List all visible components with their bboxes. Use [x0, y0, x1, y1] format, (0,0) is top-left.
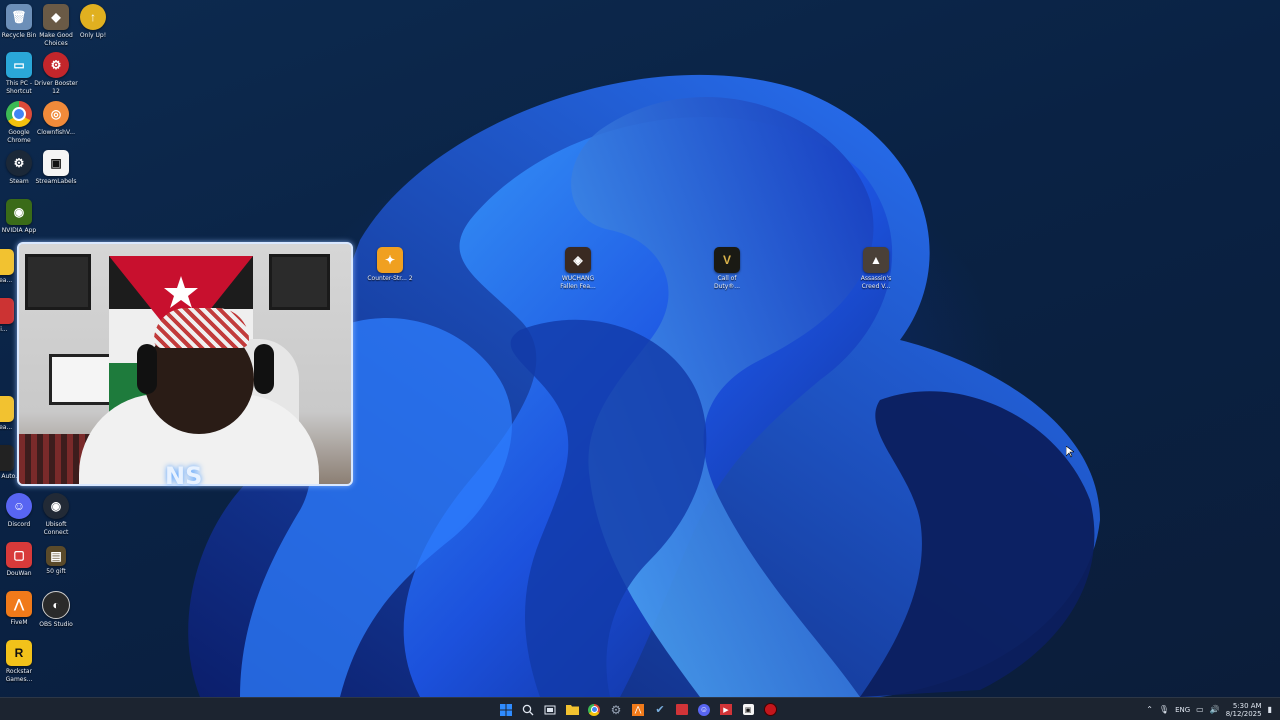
wuchang-icon: ◈	[565, 247, 591, 273]
chevron-up-icon[interactable]: ⌃	[1146, 705, 1153, 714]
windows-start-button[interactable]	[497, 701, 515, 719]
search-icon	[522, 704, 534, 715]
gift-icon: ▤	[46, 546, 66, 566]
task-view-icon	[544, 705, 556, 714]
desktop-icon-ubisoft[interactable]: ◉ Ubisoft Connect	[37, 493, 75, 537]
streamlabels-icon: ▣	[742, 704, 754, 715]
network-icon[interactable]: ▭	[1196, 705, 1204, 714]
discord-icon: ☺	[6, 493, 32, 519]
assassins-creed-icon: ▲	[863, 247, 889, 273]
streamlabels-taskbar-button[interactable]: ▣	[739, 701, 757, 719]
microphone-icon[interactable]: 🎙	[1159, 705, 1169, 714]
counter-strike-icon: ✦	[377, 247, 403, 273]
desktop-icon-rockstar[interactable]: R Rockstar Games...	[0, 640, 38, 684]
desktop-icon-clownfish[interactable]: ◎ ClownfishV...	[37, 101, 75, 137]
chrome-icon	[6, 101, 32, 127]
pc-icon: ▭	[6, 52, 32, 78]
file-explorer-button[interactable]	[563, 701, 581, 719]
desktop-icon-assassins-creed[interactable]: ▲ Assassin's Creed V...	[857, 247, 895, 291]
webcam-overlay	[17, 242, 353, 486]
discord-icon: ☺	[698, 703, 710, 716]
fivem-taskbar-button[interactable]: ⋀	[629, 701, 647, 719]
desktop-icon-only-up[interactable]: ↑ Only Up!	[74, 4, 112, 40]
desktop-icon-nvidia[interactable]: ◉ NVIDIA App	[0, 199, 38, 235]
desktop-icon-driver-booster[interactable]: ⚙ Driver Booster 12	[34, 52, 78, 96]
folder-icon	[0, 396, 14, 422]
steam-icon: ⚙	[6, 150, 32, 176]
volume-icon[interactable]: 🔊	[1210, 705, 1220, 714]
record-icon	[763, 703, 777, 716]
desktop-icon-call-of-duty[interactable]: V Call of Duty®...	[708, 247, 746, 291]
streamer-logo: NS	[165, 462, 203, 490]
wall-poster	[25, 254, 91, 310]
steam-taskbar-button[interactable]: ✔	[651, 701, 669, 719]
wall-sign	[49, 354, 115, 405]
steam-icon: ✔	[655, 704, 665, 716]
app-icon	[0, 298, 14, 324]
gta-icon	[0, 445, 14, 471]
douwan-icon: ▢	[6, 542, 32, 568]
desktop-icon-chrome[interactable]: Google Chrome	[0, 101, 38, 145]
settings-taskbar-button[interactable]: ⚙	[607, 701, 625, 719]
streamlabels-icon: ▣	[43, 150, 69, 176]
calendar-taskbar-button[interactable]	[673, 701, 691, 719]
clock[interactable]: 5:30 AM 8/12/2025	[1226, 702, 1262, 718]
settings-icon: ⚙	[610, 702, 622, 717]
clock-time: 5:30 AM	[1232, 701, 1262, 710]
discord-taskbar-button[interactable]: ☺	[695, 701, 713, 719]
headset-icon	[254, 344, 274, 394]
fivem-icon: ⋀	[632, 703, 644, 716]
folder-icon	[0, 249, 14, 275]
chrome-taskbar-button[interactable]	[585, 701, 603, 719]
game-icon: ◆	[43, 4, 69, 30]
obs-icon: ◐	[42, 591, 70, 619]
chrome-icon	[588, 703, 600, 716]
record-taskbar-button[interactable]	[761, 701, 779, 719]
clownfish-icon: ◎	[43, 101, 69, 127]
media-taskbar-button[interactable]: ▶	[717, 701, 735, 719]
mouse-cursor-icon	[1066, 446, 1074, 458]
clock-date: 8/12/2025	[1225, 709, 1262, 718]
calendar-icon	[676, 704, 688, 715]
ubisoft-icon: ◉	[43, 493, 69, 519]
system-tray: ⌃ 🎙 ENG ▭ 🔊 5:30 AM 8/12/2025 ▮	[1146, 698, 1272, 720]
driver-booster-icon: ⚙	[43, 52, 69, 78]
desktop-icon-obs[interactable]: ◐ OBS Studio	[37, 591, 75, 629]
search-button[interactable]	[519, 701, 537, 719]
task-view-button[interactable]	[541, 701, 559, 719]
file-explorer-icon	[565, 705, 579, 715]
windows-start-icon	[500, 703, 512, 716]
rockstar-icon: R	[6, 640, 32, 666]
wall-poster	[269, 254, 330, 310]
taskbar: ⚙ ⋀ ✔ ☺ ▶ ▣ ⌃ 🎙 ENG ▭ 🔊 5:30 AM 8/12/202…	[0, 697, 1280, 720]
notification-icon[interactable]: ▮	[1268, 705, 1272, 714]
desktop-icon-make-good-choices[interactable]: ◆ Make Good Choices	[37, 4, 75, 48]
person-keffiyeh	[154, 308, 249, 348]
only-up-icon: ↑	[80, 4, 106, 30]
fivem-icon: ⋀	[6, 591, 32, 617]
desktop-icon-wuchang[interactable]: ◈ WUCHANG Fallen Fea...	[559, 247, 597, 291]
taskbar-apps: ⚙ ⋀ ✔ ☺ ▶ ▣	[497, 698, 779, 720]
desktop-icon-counter-strike[interactable]: ✦ Counter-Str... 2	[367, 247, 413, 283]
headset-icon	[137, 344, 157, 394]
desktop-icon-50-gift[interactable]: ▤ 50 gift	[37, 546, 75, 576]
call-of-duty-icon: V	[714, 247, 740, 273]
nvidia-icon: ◉	[6, 199, 32, 225]
media-icon: ▶	[720, 704, 732, 715]
language-indicator[interactable]: ENG	[1175, 706, 1190, 714]
recycle-bin-icon: 🗑	[6, 4, 32, 30]
desktop-icon-streamlabels[interactable]: ▣ StreamLabels	[35, 150, 77, 186]
